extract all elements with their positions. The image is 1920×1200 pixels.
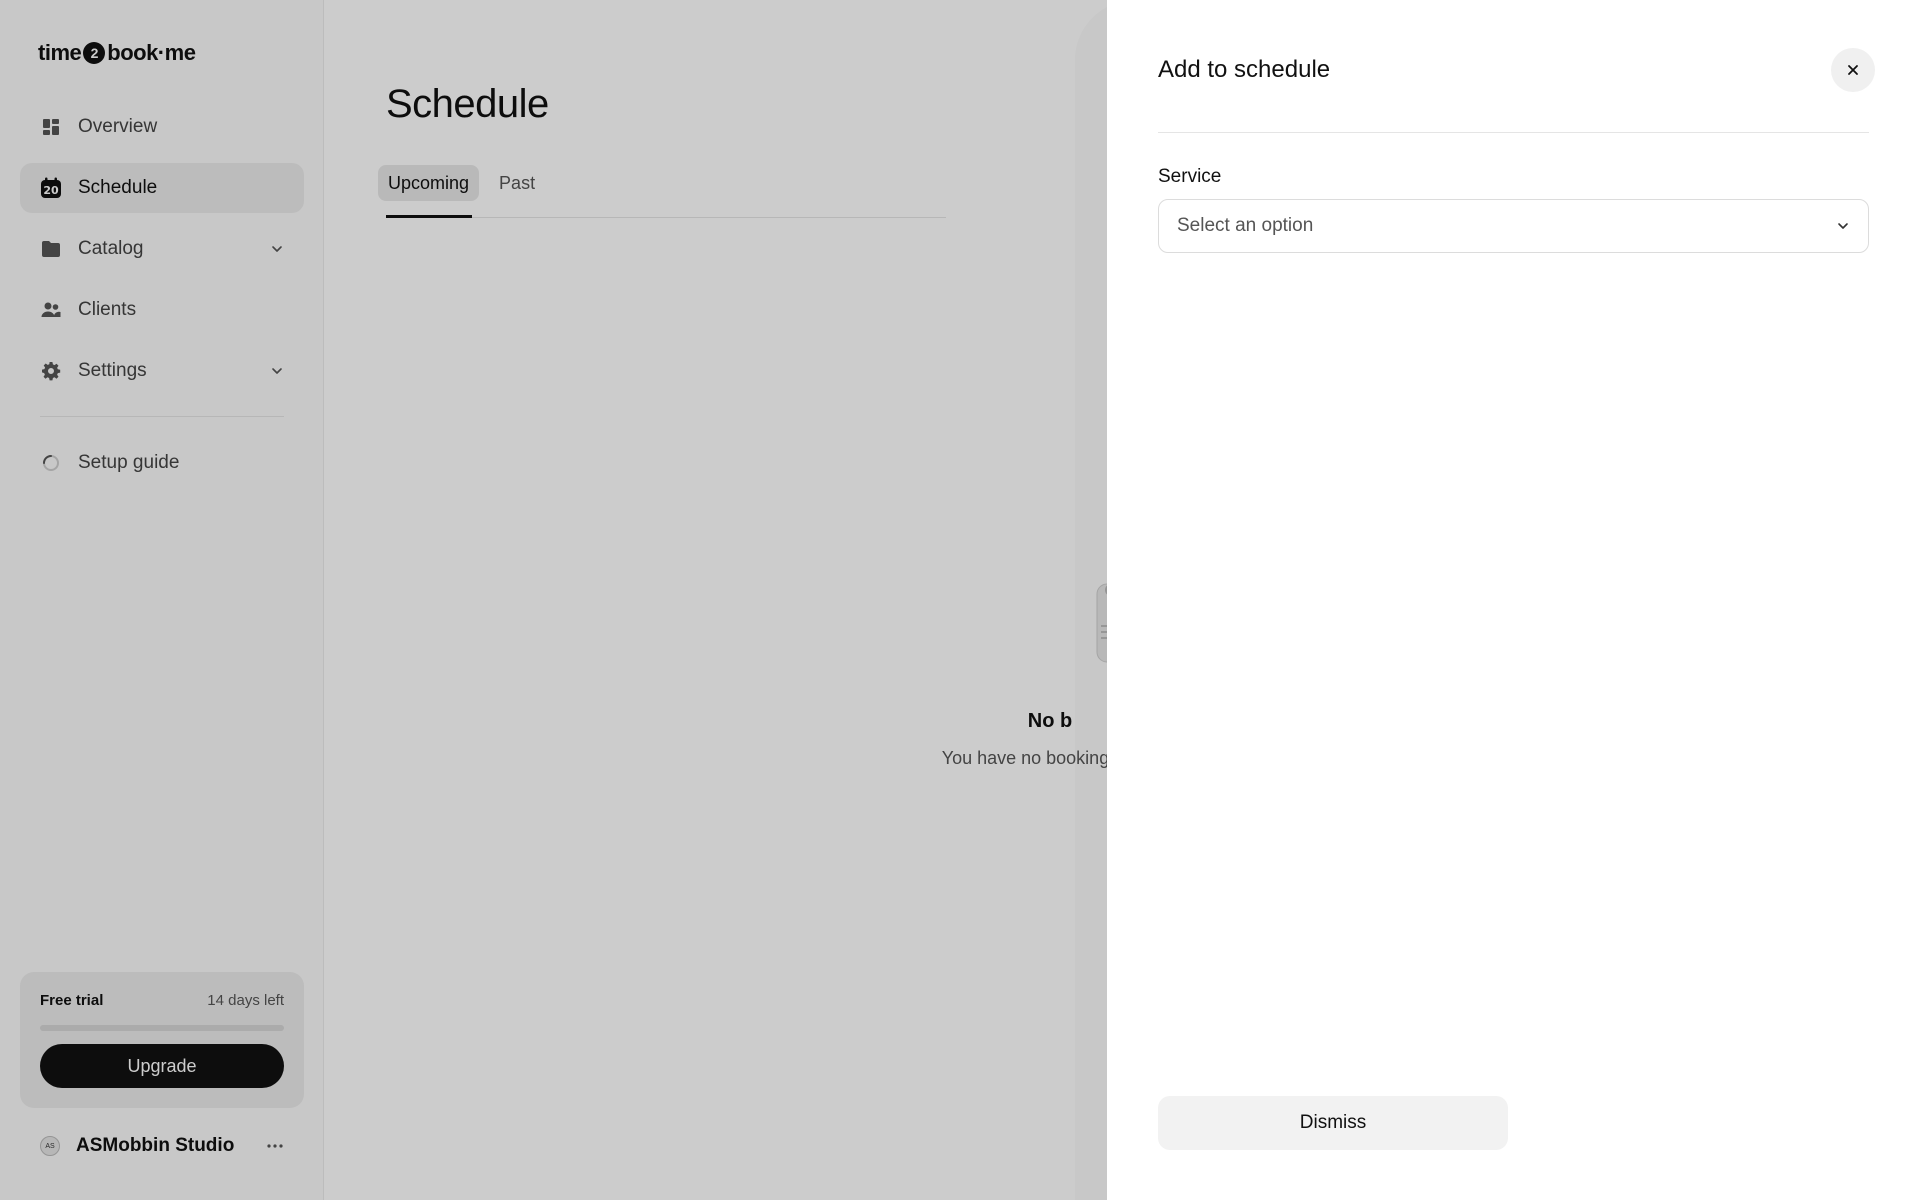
add-to-schedule-drawer: Add to schedule Service Select an option… (1107, 0, 1920, 1200)
close-icon (1848, 65, 1858, 75)
drawer-title: Add to schedule (1158, 56, 1331, 83)
drawer-divider (1158, 132, 1869, 133)
dismiss-button[interactable]: Dismiss (1158, 1096, 1508, 1150)
close-button[interactable] (1831, 48, 1875, 92)
service-select[interactable]: Select an option (1158, 199, 1869, 253)
service-select-placeholder: Select an option (1177, 215, 1314, 236)
service-field-label: Service (1158, 166, 1222, 187)
chevron-down-icon (1836, 219, 1850, 233)
